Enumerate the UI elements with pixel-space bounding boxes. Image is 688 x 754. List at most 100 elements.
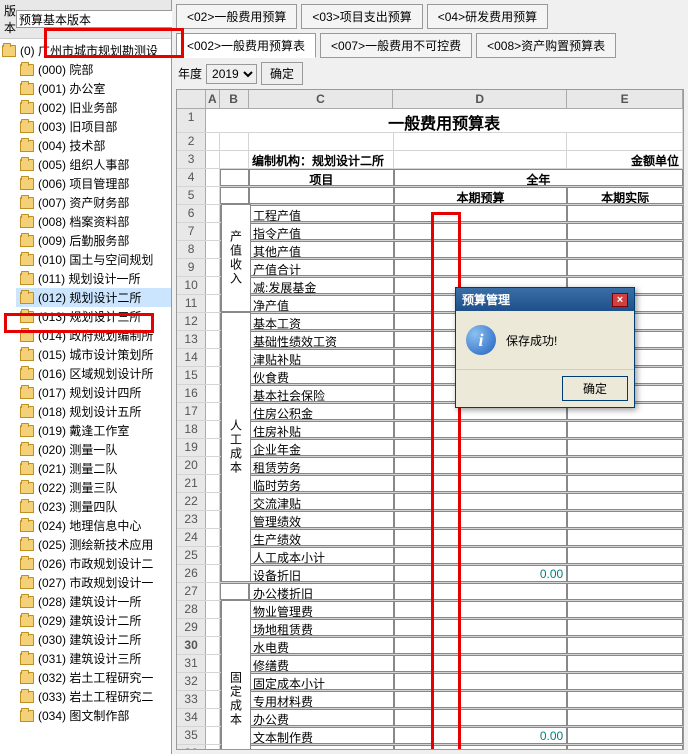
cell[interactable]: 产值合计 [249,259,394,276]
cell[interactable] [394,259,568,276]
row-number[interactable]: 22 [177,493,206,510]
cell[interactable] [567,547,683,564]
cell[interactable] [206,367,220,384]
cell[interactable] [394,439,568,456]
row-number[interactable]: 23 [177,511,206,528]
cell[interactable]: 临时劳务 [249,475,394,492]
tree-item[interactable]: (024) 地理信息中心 [16,516,171,535]
cell[interactable] [394,529,568,546]
cell[interactable]: 固定成本小计 [249,673,394,690]
cell[interactable]: 交流津贴 [249,493,394,510]
cell[interactable] [394,619,568,636]
col-header[interactable]: A [206,90,220,108]
cell[interactable]: 基本社会保险 [249,385,394,402]
col-header[interactable]: C [249,90,394,108]
cell[interactable] [206,241,220,258]
tree-item[interactable]: (029) 建筑设计二所 [16,611,171,630]
tree-item[interactable]: (032) 岩土工程研究一 [16,668,171,687]
tab[interactable]: <02>一般费用预算 [176,4,297,29]
year-select[interactable]: 2019 [206,64,257,84]
row-number[interactable]: 25 [177,547,206,564]
cell[interactable]: 生产绩效 [249,529,394,546]
row-number[interactable]: 17 [177,403,206,420]
cell[interactable] [567,439,683,456]
cell[interactable] [206,475,220,492]
tree-item[interactable]: (004) 技术部 [16,136,171,155]
tree-item[interactable]: (014) 政府规划编制所 [16,326,171,345]
col-header[interactable]: E [567,90,683,108]
row-number[interactable]: 21 [177,475,206,492]
cell[interactable] [206,259,220,276]
cell[interactable] [206,601,220,618]
cell[interactable] [567,223,683,240]
cell[interactable]: 水电费 [249,637,394,654]
row-number[interactable]: 12 [177,313,206,330]
cell[interactable] [206,619,220,636]
tab[interactable]: <04>研发费用预算 [427,4,548,29]
tree-item[interactable]: (033) 岩土工程研究二 [16,687,171,706]
cell[interactable] [206,655,220,672]
cell[interactable] [206,745,220,750]
cell[interactable] [567,475,683,492]
cell[interactable] [394,421,568,438]
cell[interactable] [567,421,683,438]
cell[interactable] [567,655,683,672]
row-number[interactable]: 1 [177,109,206,132]
cell[interactable] [206,223,220,240]
row-number[interactable]: 15 [177,367,206,384]
row-number[interactable]: 7 [177,223,206,240]
cell[interactable] [567,727,683,744]
cell[interactable]: 津贴补贴 [249,349,394,366]
tree-item[interactable]: (034) 图文制作部 [16,706,171,725]
cell[interactable] [394,493,568,510]
cell[interactable]: 指令产值 [249,223,394,240]
cell[interactable]: 管理绩效 [249,511,394,528]
row-number[interactable]: 28 [177,601,206,618]
cell[interactable]: 减:发展基金 [249,277,394,294]
cell[interactable] [567,511,683,528]
cell[interactable] [206,385,220,402]
row-number[interactable]: 34 [177,709,206,726]
cell[interactable] [567,493,683,510]
cell[interactable] [567,565,683,582]
cell[interactable] [394,457,568,474]
row-number[interactable]: 20 [177,457,206,474]
cell[interactable] [394,205,568,222]
tree-item[interactable]: (027) 市政规划设计一 [16,573,171,592]
cell[interactable] [394,673,568,690]
row-number[interactable]: 26 [177,565,206,582]
cell[interactable]: 文本制作费 [249,727,394,744]
tree-item[interactable]: (003) 旧项目部 [16,117,171,136]
tab[interactable]: <002>一般费用预算表 [176,33,316,58]
row-number[interactable]: 2 [177,133,206,150]
tree-item[interactable]: (000) 院部 [16,60,171,79]
cell[interactable]: 净产值 [249,295,394,312]
cell[interactable] [220,133,249,150]
row-number[interactable]: 27 [177,583,206,600]
tree-item[interactable]: (015) 城市设计策划所 [16,345,171,364]
tab[interactable]: <008>资产购置预算表 [476,33,616,58]
cell[interactable] [394,511,568,528]
row-number[interactable]: 3 [177,151,206,168]
cell[interactable] [206,439,220,456]
tree-item[interactable]: (026) 市政规划设计二 [16,554,171,573]
tree-item[interactable]: (001) 办公室 [16,79,171,98]
cell[interactable] [567,241,683,258]
cell[interactable] [206,583,220,600]
cell[interactable] [249,133,394,150]
cell[interactable]: 设备折旧 [249,565,394,582]
cell[interactable] [394,547,568,564]
cell[interactable]: 0.00 [394,565,568,582]
cell[interactable] [394,655,568,672]
tree-item[interactable]: (021) 测量二队 [16,459,171,478]
row-number[interactable]: 11 [177,295,206,312]
tree-item[interactable]: (013) 规划设计三所 [16,307,171,326]
row-number[interactable]: 16 [177,385,206,402]
tab[interactable]: <007>一般费用不可控费 [320,33,472,58]
dialog-ok-button[interactable]: 确定 [562,376,628,401]
cell[interactable]: 其他产值 [249,241,394,258]
cell[interactable]: 伙食费 [249,367,394,384]
cell[interactable]: 物业管理费 [249,601,394,618]
tree-item[interactable]: (012) 规划设计二所 [16,288,171,307]
cell[interactable] [206,727,220,744]
